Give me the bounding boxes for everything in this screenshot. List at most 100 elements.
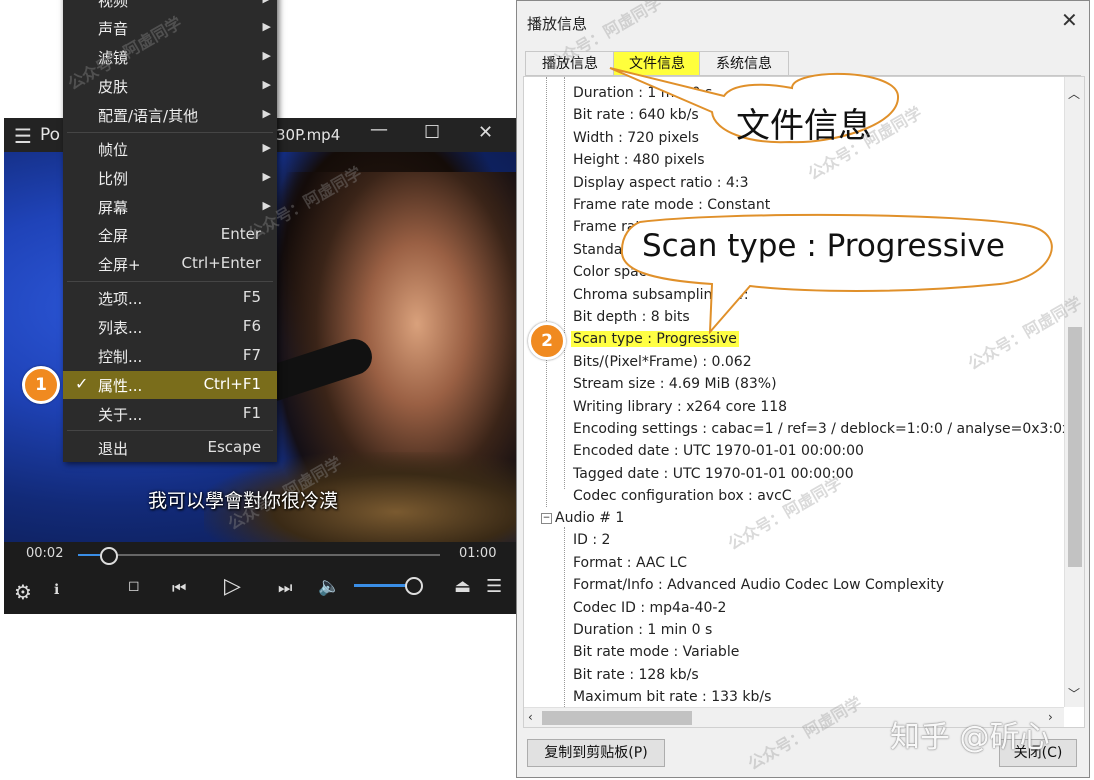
- collapse-icon[interactable]: −: [541, 512, 552, 524]
- step-badge-1: 1: [22, 366, 60, 404]
- hamburger-menu-icon[interactable]: ☰: [14, 124, 32, 148]
- scroll-left-icon[interactable]: ‹: [528, 710, 533, 724]
- dialog-close-icon[interactable]: ✕: [1061, 8, 1078, 32]
- volume-icon[interactable]: 🔈: [318, 576, 340, 597]
- menu-item-label: 比例: [98, 170, 129, 188]
- menu-item-label: 屏幕: [98, 199, 129, 217]
- menu-item-label: 皮肤: [98, 78, 129, 96]
- control-bar: ⚙ ℹ ◻ ⏮ ▷ ⏭ 🔈 ⏏ ☰: [4, 568, 516, 614]
- info-row: Encoded date : UTC 1970-01-01 00:00:00: [573, 443, 864, 459]
- time-total: 01:00: [459, 546, 497, 561]
- copy-to-clipboard-button[interactable]: 复制到剪贴板(P): [527, 739, 665, 767]
- menu-item-config[interactable]: 配置/语言/其他 ▶: [63, 101, 277, 129]
- menu-item-label: 帧位: [98, 141, 129, 159]
- eject-icon[interactable]: ⏏: [454, 576, 471, 597]
- info-row: Bit rate : 128 kb/s: [573, 667, 699, 683]
- submenu-arrow-icon: ▶: [263, 0, 271, 5]
- player-title-filename: 30P.mp4: [276, 126, 341, 144]
- menu-item-properties[interactable]: ✓ 属性... Ctrl+F1: [63, 371, 277, 399]
- vertical-scrollbar[interactable]: ︿ ﹀: [1064, 77, 1084, 707]
- seek-track[interactable]: [78, 547, 440, 565]
- horizontal-scroll-thumb[interactable]: [542, 711, 692, 725]
- info-row: Writing library : x264 core 118: [573, 399, 788, 415]
- menu-item-shortcut: F5: [242, 288, 261, 306]
- info-row: Encoding settings : cabac=1 / ref=3 / de…: [573, 421, 1085, 437]
- callout-scan-type-text: Scan type : Progressive: [642, 228, 1005, 264]
- menu-item-shortcut: Escape: [207, 438, 261, 456]
- close-icon[interactable]: ✕: [478, 122, 493, 143]
- checkmark-icon: ✓: [75, 374, 89, 393]
- submenu-arrow-icon: ▶: [262, 78, 271, 91]
- submenu-arrow-icon: ▶: [262, 141, 271, 154]
- vertical-scroll-thumb[interactable]: [1068, 327, 1082, 567]
- play-icon[interactable]: ▷: [224, 574, 241, 599]
- info-row: Format/Info : Advanced Audio Codec Low C…: [573, 577, 945, 593]
- info-row: Display aspect ratio : 4:3: [573, 175, 749, 191]
- submenu-arrow-icon: ▶: [262, 49, 271, 62]
- menu-item-label: 列表...: [98, 319, 143, 337]
- minimize-icon[interactable]: —: [370, 119, 388, 140]
- info-tree[interactable]: Duration : 1 min 0 s Bit rate : 640 kb/s…: [523, 76, 1085, 728]
- info-row: Format : AAC LC: [573, 555, 688, 571]
- playlist-icon[interactable]: ☰: [486, 576, 502, 597]
- menu-item-about[interactable]: 关于... F1: [63, 400, 277, 428]
- dialog-title: 播放信息: [527, 15, 588, 33]
- next-icon[interactable]: ⏭: [278, 578, 292, 598]
- tree-node-audio[interactable]: − Audio # 1: [541, 507, 624, 529]
- menu-separator: [67, 281, 273, 282]
- menu-item-label: 全屏: [98, 227, 129, 245]
- menu-item-options[interactable]: 选项... F5: [63, 284, 277, 312]
- submenu-arrow-icon: ▶: [262, 20, 271, 33]
- info-row: ID : 2: [573, 532, 611, 548]
- menu-item-fullscreen-plus[interactable]: 全屏+ Ctrl+Enter: [63, 250, 277, 278]
- stop-icon[interactable]: ◻: [128, 578, 140, 594]
- menu-item-ratio[interactable]: 比例 ▶: [63, 164, 277, 192]
- previous-icon[interactable]: ⏮: [172, 578, 186, 598]
- info-row: Duration : 1 min 0 s: [573, 622, 713, 638]
- menu-item-shortcut: F1: [242, 404, 261, 422]
- menu-item-label: 声音: [98, 20, 129, 38]
- volume-thumb[interactable]: [405, 577, 424, 595]
- menu-item-shortcut: F6: [242, 317, 261, 335]
- menu-item-frame[interactable]: 帧位 ▶: [63, 135, 277, 163]
- tree-line: [546, 77, 547, 507]
- menu-item-playlist[interactable]: 列表... F6: [63, 313, 277, 341]
- menu-item-label: 属性...: [98, 377, 143, 395]
- menu-item-label: 关于...: [98, 406, 143, 424]
- menu-item-shortcut: F7: [242, 346, 261, 364]
- submenu-arrow-icon: ▶: [262, 170, 271, 183]
- menu-item-exit[interactable]: 退出 Escape: [63, 434, 277, 462]
- info-row: Bit rate mode : Variable: [573, 644, 740, 660]
- zhihu-watermark: 知乎 @斫心: [890, 720, 1050, 755]
- seek-thumb[interactable]: [100, 547, 119, 565]
- scroll-up-icon[interactable]: ︿: [1068, 85, 1080, 102]
- menu-item-label: 视频: [98, 0, 129, 10]
- seek-progress: [78, 554, 101, 556]
- maximize-icon[interactable]: ☐: [424, 122, 440, 143]
- menu-item-shortcut: Ctrl+Enter: [181, 254, 261, 272]
- menu-separator: [67, 132, 273, 133]
- seek-bar: 00:02 01:00: [4, 542, 516, 568]
- info-row: Bits/(Pixel*Frame) : 0.062: [573, 354, 752, 370]
- menu-item-control[interactable]: 控制... F7: [63, 342, 277, 370]
- settings-gear-icon[interactable]: ⚙: [14, 580, 32, 604]
- menu-item-shortcut: Ctrl+F1: [203, 375, 261, 393]
- scroll-down-icon[interactable]: ﹀: [1068, 685, 1080, 702]
- menu-separator: [67, 430, 273, 431]
- menu-item-label: 退出: [98, 440, 129, 458]
- callout-scan-type: Scan type : Progressive: [600, 210, 1060, 350]
- volume-slider[interactable]: [354, 577, 424, 595]
- info-row: Stream size : 4.69 MiB (83%): [573, 376, 777, 392]
- menu-item-label: 选项...: [98, 290, 143, 308]
- step-badge-2: 2: [528, 322, 566, 360]
- info-row: Maximum bit rate : 133 kb/s: [573, 689, 772, 705]
- info-row: Codec ID : mp4a-40-2: [573, 600, 727, 616]
- info-row: Codec configuration box : avcC: [573, 488, 792, 504]
- menu-item-screen[interactable]: 屏幕 ▶: [63, 193, 277, 221]
- info-icon[interactable]: ℹ: [54, 582, 59, 598]
- tree-line: [564, 77, 565, 489]
- player-title-left: Po: [40, 125, 61, 145]
- menu-item-label: 配置/语言/其他: [98, 107, 199, 125]
- tree-line: [564, 527, 565, 707]
- submenu-arrow-icon: ▶: [262, 107, 271, 120]
